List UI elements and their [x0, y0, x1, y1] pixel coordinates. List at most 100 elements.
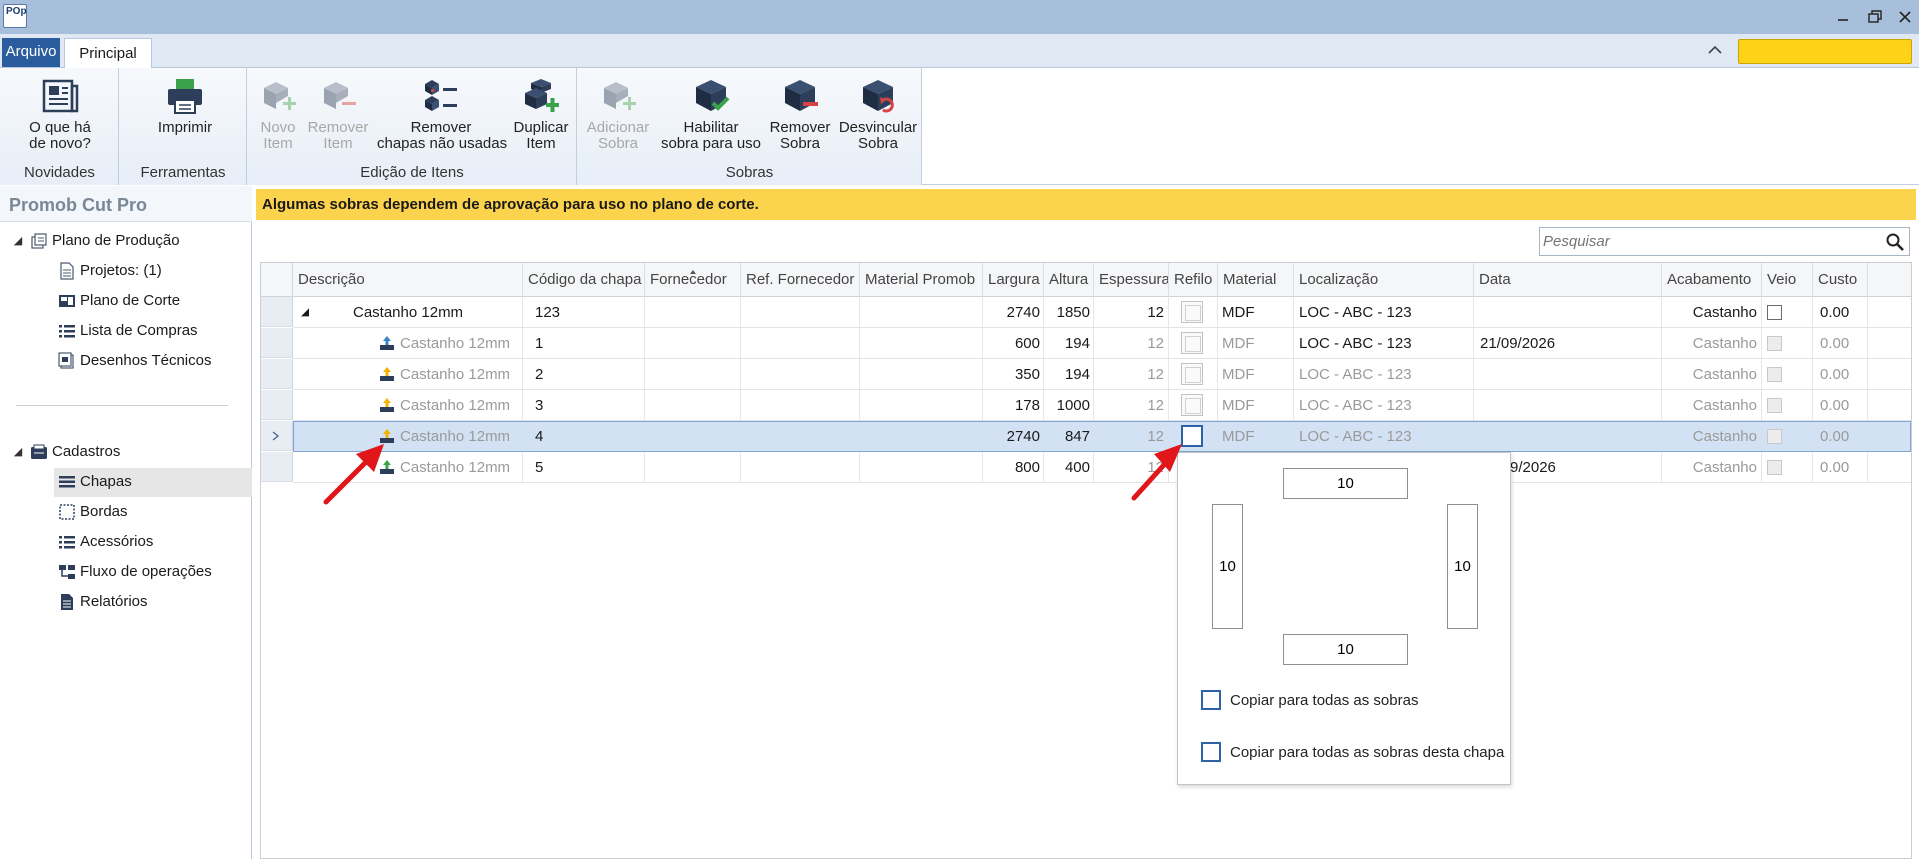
search-icon[interactable]: [1884, 231, 1906, 253]
close-icon[interactable]: [1894, 6, 1916, 28]
tree-item-relatorios[interactable]: Relatórios: [58, 589, 148, 615]
document-icon: [60, 262, 74, 280]
list-icon: [59, 325, 75, 338]
refilo-bottom-input[interactable]: [1283, 634, 1408, 665]
cell-descricao: Castanho 12mm: [353, 304, 464, 321]
column-header-custo[interactable]: Custo: [1813, 263, 1868, 297]
cell-acabamento: Castanho: [1692, 335, 1757, 352]
remove-item-button[interactable]: Remover Item: [307, 76, 369, 152]
refilo-top-input[interactable]: [1283, 468, 1408, 499]
highlight-field[interactable]: [1738, 39, 1912, 64]
column-header-material[interactable]: Material: [1218, 263, 1294, 297]
tree-item-bordas[interactable]: Bordas: [58, 499, 128, 525]
cell-localizacao: LOC - ABC - 123: [1299, 366, 1412, 383]
refilo-left-input[interactable]: [1212, 504, 1243, 629]
tree-item-fluxo[interactable]: Fluxo de operações: [58, 559, 212, 585]
remove-sobra-icon: [785, 80, 818, 111]
tree-label-lista-compras: Lista de Compras: [80, 322, 198, 339]
column-header-veio[interactable]: Veio: [1762, 263, 1813, 297]
cell-altura: 400: [1064, 459, 1090, 476]
whats-new-button[interactable]: O que há de novo?: [14, 76, 106, 152]
cell-descricao: Castanho 12mm: [400, 335, 511, 352]
cell-codigo: 5: [535, 459, 544, 476]
column-header-espessura[interactable]: Espessura: [1094, 263, 1169, 297]
tree-item-acessorios[interactable]: Acessórios: [58, 529, 153, 555]
collapse-ribbon-icon[interactable]: [1703, 40, 1727, 64]
refilo-button[interactable]: [1181, 363, 1203, 385]
column-header-data[interactable]: Data: [1474, 263, 1662, 297]
tree-item-projetos[interactable]: Projetos: (1): [58, 258, 162, 284]
print-button[interactable]: Imprimir: [140, 76, 230, 136]
row-selector[interactable]: [261, 452, 293, 482]
column-header-altura[interactable]: Altura: [1044, 263, 1094, 297]
current-row-arrow-icon: [272, 431, 280, 441]
minimize-icon[interactable]: [1832, 6, 1854, 28]
row-selector[interactable]: [261, 328, 293, 358]
add-sobra-label-2: Sobra: [597, 135, 639, 152]
refilo-button[interactable]: [1181, 394, 1203, 416]
tree-item-desenhos[interactable]: Desenhos Técnicos: [58, 348, 211, 374]
column-header-ref-fornecedor[interactable]: Ref. Fornecedor: [741, 263, 860, 297]
registry-icon: [31, 444, 47, 460]
column-header-material-promob[interactable]: Material Promob: [860, 263, 983, 297]
whats-new-label-2: de novo?: [29, 135, 91, 152]
unlink-sobra-button[interactable]: Desvincular Sobra: [836, 76, 920, 152]
copy-sheet-sobras-label: Copiar para todas as sobras desta chapa: [1230, 744, 1505, 761]
search-input[interactable]: [1541, 229, 1881, 254]
tree-item-plano-producao[interactable]: Plano de Produção: [30, 228, 180, 254]
refilo-right-input[interactable]: [1447, 504, 1478, 629]
group-label-novidades: Novidades: [24, 164, 95, 181]
column-header-localizacao[interactable]: Localização: [1294, 263, 1474, 297]
cell-material: MDF: [1222, 304, 1255, 321]
column-header-largura[interactable]: Largura: [983, 263, 1044, 297]
cell-largura: 800: [1014, 459, 1040, 476]
row-selector[interactable]: [261, 359, 293, 389]
group-label-edicao: Edição de Itens: [360, 164, 464, 181]
duplicate-label-2: Item: [526, 135, 556, 152]
restore-icon[interactable]: [1864, 6, 1886, 28]
unlink-sobra-label-1: Desvincular: [838, 119, 918, 136]
expand-plano-producao-icon[interactable]: ◢: [11, 228, 25, 254]
production-plan-icon: [31, 233, 47, 249]
accessories-list-icon: [59, 536, 75, 549]
column-header-acabamento[interactable]: Acabamento: [1662, 263, 1762, 297]
remove-unused-sheets-button[interactable]: Remover chapas não usadas: [377, 76, 507, 152]
refilo-button[interactable]: [1181, 301, 1203, 323]
tree-item-chapas[interactable]: Chapas: [58, 469, 132, 495]
row-selector[interactable]: [261, 390, 293, 420]
cell-largura: 2740: [1006, 428, 1040, 445]
tree-item-cadastros[interactable]: Cadastros: [30, 439, 120, 465]
copy-sheet-sobras-checkbox[interactable]: [1201, 742, 1221, 762]
remove-sobra-button[interactable]: Remover Sobra: [768, 76, 832, 152]
tab-arquivo[interactable]: Arquivo: [2, 38, 60, 67]
refilo-button[interactable]: [1181, 332, 1203, 354]
cell-espessura: 12: [1147, 397, 1164, 414]
duplicate-item-button[interactable]: Duplicar Item: [510, 76, 572, 152]
approval-warning-banner: Algumas sobras dependem de aprovação par…: [256, 189, 1916, 220]
enable-sobra-button[interactable]: Habilitar sobra para uso: [659, 76, 763, 152]
tree-item-plano-corte[interactable]: Plano de Corte: [58, 288, 180, 314]
expand-cadastros-icon[interactable]: ◢: [11, 439, 25, 465]
tree-item-lista-compras[interactable]: Lista de Compras: [58, 318, 198, 344]
tree-label-projetos: Projetos: (1): [80, 262, 162, 279]
column-header-codigo[interactable]: Código da chapa: [523, 263, 645, 297]
veio-checkbox[interactable]: [1767, 305, 1782, 320]
row-selector-current[interactable]: [261, 421, 293, 451]
group-label-sobras: Sobras: [725, 164, 774, 181]
row-selector[interactable]: [261, 297, 293, 327]
new-item-button[interactable]: Novo Item: [252, 76, 304, 152]
column-header-refilo[interactable]: Refilo: [1169, 263, 1218, 297]
cell-codigo: 4: [535, 428, 544, 445]
sobra-pending-icon: [379, 366, 395, 382]
cell-localizacao: LOC - ABC - 123: [1299, 335, 1412, 352]
cell-altura: 194: [1064, 366, 1090, 383]
printer-icon: [168, 79, 202, 114]
sobra-approved-icon: [379, 335, 395, 351]
copy-all-sobras-checkbox[interactable]: [1201, 690, 1221, 710]
cell-espessura: 12: [1147, 335, 1164, 352]
collapse-row-icon[interactable]: ◢: [301, 297, 309, 328]
tab-principal[interactable]: Principal: [64, 38, 152, 69]
add-sobra-button[interactable]: Adicionar Sobra: [582, 76, 654, 152]
column-header-descricao[interactable]: Descrição: [293, 263, 523, 297]
cell-descricao: Castanho 12mm: [400, 459, 511, 476]
